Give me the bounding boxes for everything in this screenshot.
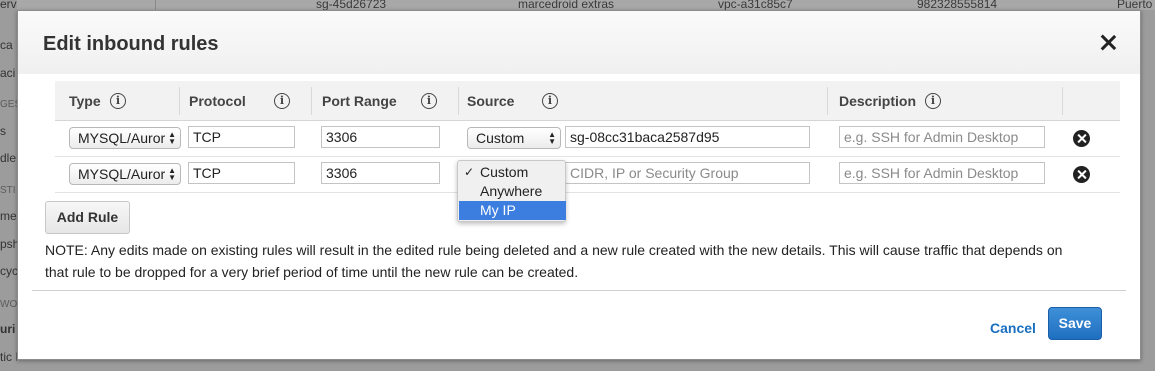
cancel-button[interactable]: Cancel (990, 320, 1036, 336)
checkmark-icon: ✓ (464, 165, 475, 179)
port-range-field[interactable]: 3306 (321, 126, 440, 148)
background-sidebar-text: s (0, 124, 6, 138)
background-sidebar-text: ca (0, 38, 13, 52)
source-select-value: Custom (476, 130, 525, 146)
background-sidebar-text: cyc (0, 264, 17, 278)
protocol-field[interactable]: TCP (188, 162, 295, 184)
background-sidebar-text: aci (0, 66, 16, 80)
source-field[interactable]: sg-08cc31baca2587d95 (565, 126, 810, 148)
background-sidebar-text: me (0, 209, 17, 223)
modal-header: Edit inbound rules (18, 11, 1140, 74)
dropdown-option-label: Custom (480, 164, 529, 180)
column-header-type: Type (69, 93, 101, 109)
info-icon[interactable]: i (542, 93, 558, 109)
dropdown-option-label: My IP (480, 202, 516, 218)
close-icon[interactable] (1100, 34, 1116, 50)
type-select[interactable]: MYSQL/Auror ▲ ▼ (69, 163, 181, 185)
column-separator (311, 87, 312, 115)
type-select-value: MYSQL/Auror (78, 166, 166, 182)
rule-row: MYSQL/Auror ▲ ▼ TCP 3306 CIDR, IP or Secu… (55, 157, 1120, 193)
column-header-description: Description (839, 93, 917, 109)
info-icon[interactable]: i (421, 93, 437, 109)
description-field[interactable]: e.g. SSH for Admin Desktop (839, 126, 1045, 148)
column-separator (1062, 87, 1063, 115)
dropdown-option-my-ip[interactable]: My IP (459, 201, 566, 220)
type-select[interactable]: MYSQL/Auror ▲ ▼ (69, 127, 181, 149)
background-bottom-strip (17, 360, 1141, 371)
background-sidebar: erv ca aci GES s dle STI me psh cyc WO u… (0, 0, 17, 371)
column-separator (458, 87, 459, 115)
dropdown-option-anywhere[interactable]: Anywhere (459, 182, 566, 201)
select-arrows-icon: ▲ ▼ (168, 130, 176, 146)
description-field[interactable]: e.g. SSH for Admin Desktop (839, 162, 1045, 184)
info-icon[interactable]: i (274, 93, 290, 109)
rules-table-header: Type i Protocol i Port Range i Source i … (55, 81, 1120, 121)
background-right-strip (1141, 10, 1155, 371)
edit-inbound-rules-modal: Edit inbound rules Type i Protocol i Por… (17, 10, 1141, 360)
add-rule-button[interactable]: Add Rule (45, 201, 130, 234)
background-sidebar-text: uri (0, 322, 16, 336)
modal-title: Edit inbound rules (43, 33, 219, 55)
info-icon[interactable]: i (110, 93, 126, 109)
footer-divider (32, 290, 1126, 291)
background-sidebar-text: dle (0, 151, 17, 165)
source-dropdown-menu: ✓ Custom Anywhere My IP (457, 160, 566, 222)
dropdown-option-label: Anywhere (480, 183, 543, 199)
background-sidebar-text: erv (0, 0, 17, 11)
column-separator (827, 87, 828, 115)
port-range-field[interactable]: 3306 (321, 162, 440, 184)
background-sidebar-text: tic I (0, 350, 17, 364)
source-select[interactable]: Custom ▲ ▼ (467, 127, 561, 149)
background-sidebar-text: WO (0, 299, 17, 310)
dropdown-option-custom[interactable]: ✓ Custom (459, 163, 566, 182)
column-header-port-range: Port Range (322, 93, 397, 109)
background-sidebar-text: GES (0, 99, 17, 110)
save-button[interactable]: Save (1048, 307, 1102, 340)
column-header-source: Source (467, 93, 515, 109)
column-separator (179, 87, 180, 115)
type-select-value: MYSQL/Auror (78, 130, 166, 146)
remove-rule-icon[interactable] (1073, 166, 1090, 183)
edit-warning-note: NOTE: Any edits made on existing rules w… (45, 242, 1063, 280)
info-icon[interactable]: i (925, 93, 941, 109)
select-arrows-icon: ▲ ▼ (168, 166, 176, 182)
select-arrows-icon: ▲ ▼ (548, 130, 556, 146)
background-sidebar-text: STI (0, 185, 16, 196)
column-header-protocol: Protocol (189, 93, 246, 109)
source-field[interactable]: CIDR, IP or Security Group (565, 162, 810, 184)
protocol-field[interactable]: TCP (188, 126, 295, 148)
remove-rule-icon[interactable] (1073, 130, 1090, 147)
rule-row: MYSQL/Auror ▲ ▼ TCP 3306 Custom ▲ ▼ sg-08c… (55, 121, 1120, 157)
background-sidebar-text: psh (0, 237, 17, 251)
